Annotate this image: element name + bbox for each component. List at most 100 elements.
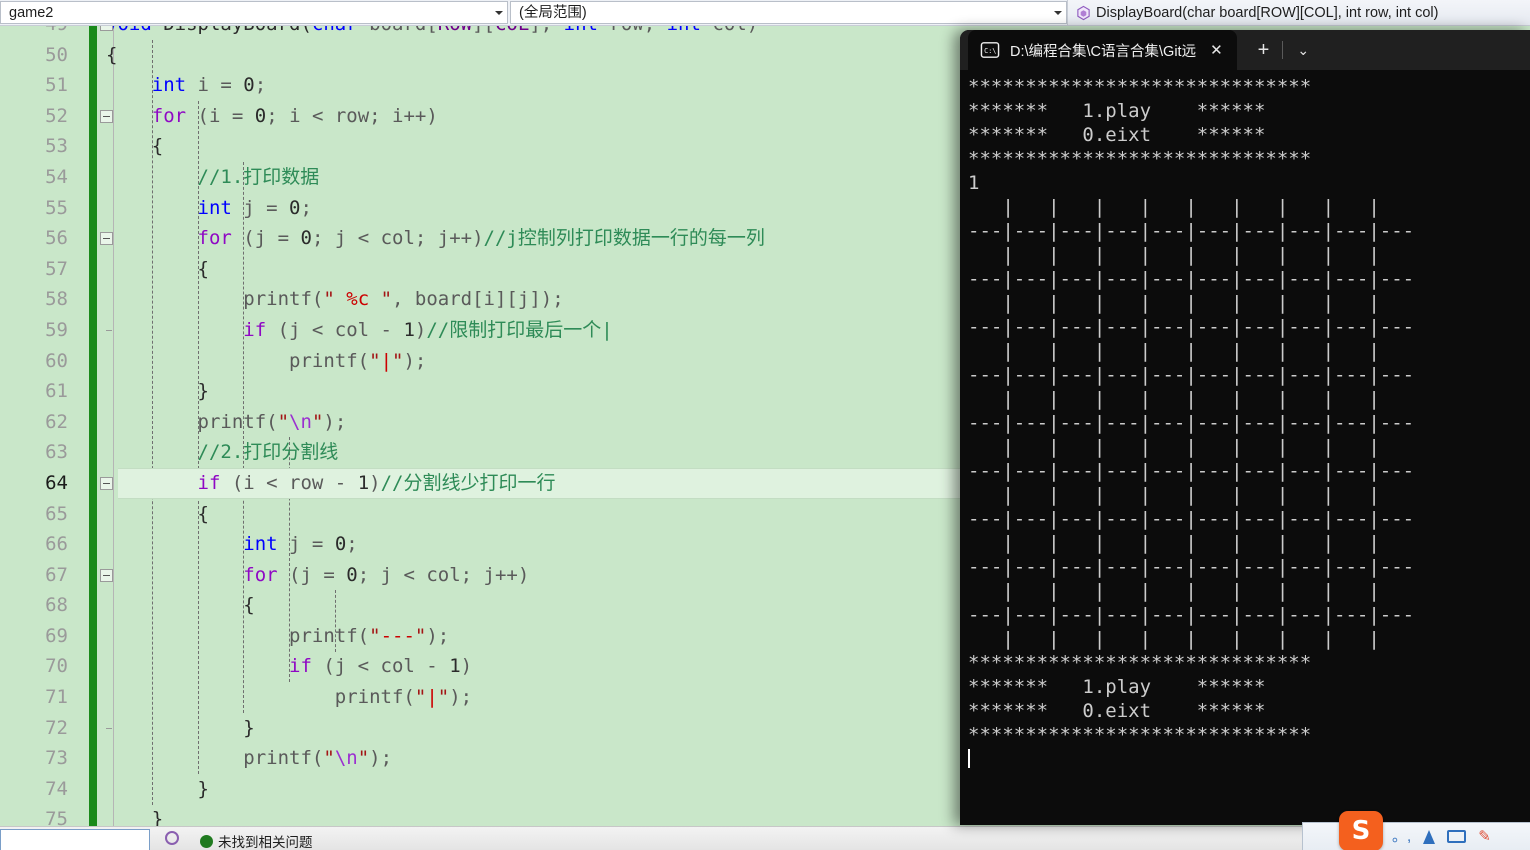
line-number: 58 <box>45 288 68 311</box>
terminal-window[interactable]: C:\ D:\编程合集\C语言合集\Git远 ✕ + ⌄ ***********… <box>960 30 1530 825</box>
error-list-label: 未找到相关问题 <box>218 835 313 850</box>
chevron-down-icon[interactable]: ⌄ <box>1283 43 1323 57</box>
vs-navigation-bar: game2 (全局范围) DisplayBoard(char board[ROW… <box>0 0 1530 26</box>
toolbox-icon[interactable]: ✎ <box>1478 829 1491 844</box>
line-number: 59 <box>45 318 68 341</box>
code-line-text: } <box>106 777 209 800</box>
keyboard-icon[interactable] <box>1447 830 1467 843</box>
fold-end-marker <box>106 727 112 729</box>
chevron-down-icon[interactable] <box>495 10 503 15</box>
plus-icon[interactable]: + <box>1245 40 1283 60</box>
punctuation-icon[interactable]: 。, <box>1392 829 1411 844</box>
terminal-line: ******* 1.play ****** <box>968 100 1266 122</box>
line-number: 52 <box>45 104 68 127</box>
code-line-text: //2.打印分割线 <box>197 441 339 464</box>
sogou-logo-icon[interactable]: S <box>1339 811 1383 850</box>
chevron-down-icon[interactable] <box>1054 10 1062 15</box>
function-scope-dropdown[interactable]: DisplayBoard(char board[ROW][COL], int r… <box>1067 0 1530 25</box>
terminal-line: | | | | | | | | | <box>968 244 1415 266</box>
line-number: 57 <box>45 257 68 280</box>
terminal-tab[interactable]: C:\ D:\编程合集\C语言合集\Git远 ✕ <box>968 30 1237 70</box>
line-number: 50 <box>45 43 68 66</box>
close-icon[interactable]: ✕ <box>1206 43 1227 58</box>
terminal-line: ******* 0.eixt ****** <box>968 124 1266 146</box>
terminal-line: ****************************** <box>968 148 1312 170</box>
terminal-line: | | | | | | | | | <box>968 580 1415 602</box>
status-circle-icon <box>165 831 179 845</box>
terminal-tab-title: D:\编程合集\C语言合集\Git远 <box>1010 43 1197 60</box>
namespace-scope-label: (全局范围) <box>519 4 587 21</box>
collapse-toggle-icon[interactable] <box>100 477 113 490</box>
code-line-text: void DisplayBoard(char board[ROW][COL], … <box>106 26 758 40</box>
status-bar: 未找到相关问题 <box>0 826 1530 850</box>
code-line-text: { <box>106 257 209 280</box>
collapse-toggle-icon[interactable] <box>100 109 113 123</box>
code-line-text: } <box>106 808 164 826</box>
terminal-line: 1 <box>968 172 980 194</box>
code-line-text: { <box>106 135 164 158</box>
code-line-text: for (i = 0; i < row; i++) <box>151 104 438 127</box>
terminal-line: ---|---|---|---|---|---|---|---|---|--- <box>968 268 1415 290</box>
terminal-line: ---|---|---|---|---|---|---|---|---|--- <box>968 412 1415 434</box>
line-number: 66 <box>45 533 68 556</box>
line-number: 73 <box>45 747 68 770</box>
line-number: 49 <box>0 26 68 40</box>
namespace-scope-dropdown[interactable]: (全局范围) <box>510 1 1067 24</box>
line-number: 71 <box>45 686 68 709</box>
line-number: 63 <box>45 441 68 464</box>
terminal-line: ****************************** <box>968 724 1312 746</box>
project-scope-label: game2 <box>9 4 54 21</box>
terminal-line: ****************************** <box>968 76 1312 98</box>
collapse-toggle-icon[interactable] <box>100 232 113 246</box>
ime-toolbar[interactable]: S 中 。, ✎ <box>1302 811 1530 850</box>
terminal-line: ---|---|---|---|---|---|---|---|---|--- <box>968 556 1415 578</box>
terminal-line: | | | | | | | | | <box>968 196 1415 218</box>
screen: game2 (全局范围) DisplayBoard(char board[ROW… <box>0 0 1530 850</box>
line-number: 75 <box>45 808 68 826</box>
code-line-text: printf("|"); <box>289 349 427 372</box>
console-cmd-icon: C:\ <box>980 42 1000 58</box>
line-number: 68 <box>45 594 68 617</box>
terminal-line: ---|---|---|---|---|---|---|---|---|--- <box>968 364 1415 386</box>
collapse-toggle-icon[interactable] <box>100 568 113 582</box>
terminal-tab-actions: + ⌄ <box>1237 30 1323 70</box>
terminal-line: ---|---|---|---|---|---|---|---|---|--- <box>968 316 1415 338</box>
code-line-text: { <box>106 43 118 66</box>
code-line-text: if (j < col - 1)//限制打印最后一个| <box>243 318 613 341</box>
code-line-text: { <box>106 502 209 525</box>
success-dot-icon <box>200 834 213 848</box>
terminal-cursor-line <box>968 747 1530 771</box>
line-number: 62 <box>45 410 68 433</box>
terminal-line: | | | | | | | | | <box>968 532 1415 554</box>
collapse-toggle-icon[interactable] <box>100 26 113 31</box>
terminal-line: | | | | | | | | | <box>968 484 1415 506</box>
find-input[interactable] <box>0 829 150 850</box>
terminal-line: ******* 0.eixt ****** <box>968 700 1266 722</box>
pen-icon[interactable] <box>1423 829 1436 844</box>
terminal-line: | | | | | | | | | <box>968 388 1415 410</box>
terminal-title-bar: C:\ D:\编程合集\C语言合集\Git远 ✕ + ⌄ <box>960 30 1530 70</box>
line-number: 64 <box>45 471 68 494</box>
terminal-line: | | | | | | | | | <box>968 628 1415 650</box>
line-number: 72 <box>45 716 68 739</box>
code-line-text: int j = 0; <box>197 196 312 219</box>
line-number: 69 <box>45 624 68 647</box>
line-number: 65 <box>45 502 68 525</box>
code-line-text: printf("|"); <box>334 686 473 709</box>
terminal-line: | | | | | | | | | <box>968 436 1415 458</box>
text-cursor <box>968 749 970 768</box>
line-number: 53 <box>45 135 68 158</box>
terminal-line: ****************************** <box>968 652 1312 674</box>
line-number: 61 <box>45 380 68 403</box>
code-line-text: printf(" %c ", board[i][j]); <box>243 288 564 311</box>
build-status <box>165 831 179 845</box>
terminal-line: | | | | | | | | | <box>968 292 1415 314</box>
code-line-text: if (j < col - 1) <box>289 655 473 678</box>
code-line-text: } <box>106 716 255 739</box>
project-scope-dropdown[interactable]: game2 <box>0 1 508 24</box>
line-number: 56 <box>45 227 68 250</box>
line-number: 54 <box>45 165 68 188</box>
terminal-output[interactable]: ****************************** ******* 1.… <box>960 70 1530 771</box>
line-number: 55 <box>45 196 68 219</box>
code-line-text: for (j = 0; j < col; j++) <box>243 563 530 586</box>
